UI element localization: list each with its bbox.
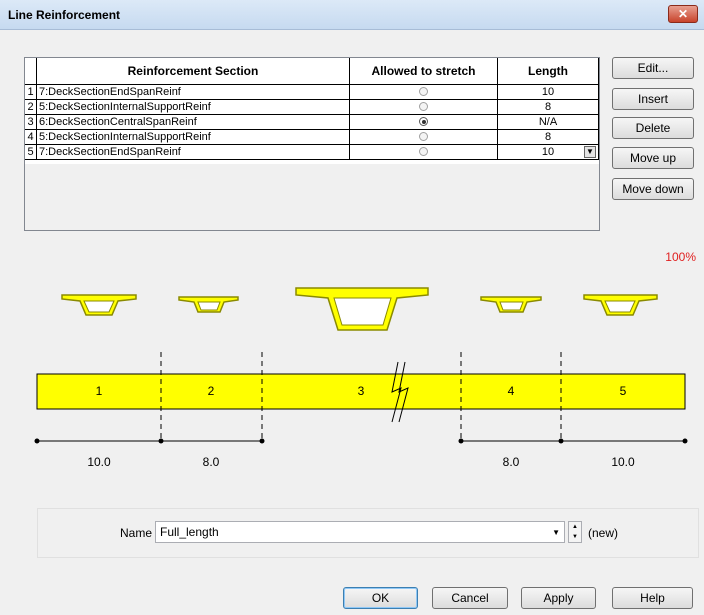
cancel-button[interactable]: Cancel xyxy=(432,587,508,609)
help-button[interactable]: Help xyxy=(612,587,693,609)
spin-up-icon[interactable]: ▲ xyxy=(572,524,578,530)
name-label: Name xyxy=(120,526,153,540)
apply-button[interactable]: Apply xyxy=(521,587,596,609)
spin-down-icon[interactable]: ▼ xyxy=(572,534,578,540)
name-value: Full_length xyxy=(160,525,219,539)
chevron-down-icon[interactable]: ▼ xyxy=(552,528,560,537)
dimension-label: 10.0 xyxy=(87,455,111,469)
dimension-label: 8.0 xyxy=(503,455,520,469)
name-combobox[interactable]: Full_length ▼ xyxy=(155,521,565,543)
segment-label: 2 xyxy=(208,384,215,398)
dimension-tick xyxy=(682,438,688,444)
dimension-tick xyxy=(558,438,564,444)
dimension-tick xyxy=(158,438,164,444)
ok-button[interactable]: OK xyxy=(343,587,418,609)
dimension-tick xyxy=(34,438,40,444)
segment-label: 1 xyxy=(96,384,103,398)
cross-section-icon xyxy=(583,294,658,316)
dimension-label: 8.0 xyxy=(203,455,220,469)
cross-section-icon xyxy=(178,296,239,313)
name-status: (new) xyxy=(588,526,619,540)
cross-section-icon xyxy=(61,294,137,316)
reinforcement-diagram: 1 2 3 4 5 10.0 8.0 8.0 10.0 xyxy=(34,287,688,469)
segment-label: 4 xyxy=(508,384,515,398)
cross-section-icon xyxy=(295,287,429,331)
dimension-label: 10.0 xyxy=(611,455,635,469)
segment-label: 5 xyxy=(620,384,627,398)
cross-section-icon xyxy=(480,296,542,313)
name-panel: Name Full_length ▼ ▲ ▼ (new) xyxy=(37,508,699,558)
segment-label: 3 xyxy=(358,384,365,398)
name-spinner[interactable]: ▲ ▼ xyxy=(568,521,582,543)
dimension-tick xyxy=(458,438,464,444)
dimension-tick xyxy=(259,438,265,444)
